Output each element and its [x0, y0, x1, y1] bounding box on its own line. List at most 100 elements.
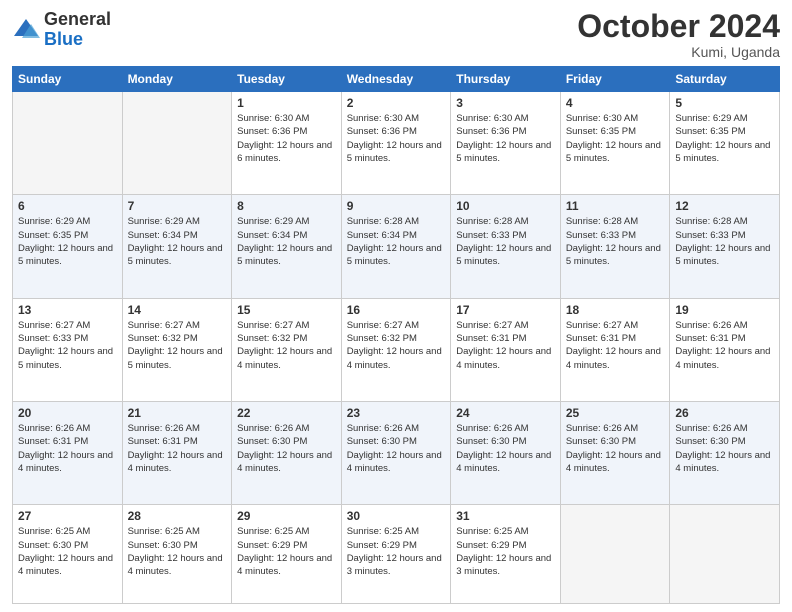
table-row: 29 Sunrise: 6:25 AM Sunset: 6:29 PM Dayli… [232, 505, 342, 604]
table-row: 3 Sunrise: 6:30 AM Sunset: 6:36 PM Daylig… [451, 92, 561, 195]
table-row: 25Sunrise: 6:26 AM Sunset: 6:30 PM Dayli… [560, 402, 670, 505]
day-info: Sunrise: 6:25 AM Sunset: 6:29 PM Dayligh… [237, 525, 336, 578]
table-row: 4Sunrise: 6:30 AM Sunset: 6:35 PM Daylig… [560, 92, 670, 195]
header-wednesday: Wednesday [341, 67, 451, 92]
header-monday: Monday [122, 67, 232, 92]
table-row: 7 Sunrise: 6:29 AM Sunset: 6:34 PM Daylig… [122, 195, 232, 298]
day-number: 13 [18, 303, 117, 317]
day-number: 22 [237, 406, 336, 420]
day-info: Sunrise: 6:27 AM Sunset: 6:31 PM Dayligh… [566, 319, 665, 372]
day-number: 6 [18, 199, 117, 213]
day-number: 9 [347, 199, 446, 213]
table-row: 16 Sunrise: 6:27 AM Sunset: 6:32 PM Dayli… [341, 298, 451, 401]
day-info: Sunrise: 6:26 AM Sunset: 6:30 PM Dayligh… [456, 422, 555, 475]
day-number: 15 [237, 303, 336, 317]
page: General Blue October 2024 Kumi, Uganda S… [0, 0, 792, 612]
day-info: Sunrise: 6:26 AM Sunset: 6:31 PM Dayligh… [18, 422, 117, 475]
logo-icon [12, 16, 40, 44]
day-info: Sunrise: 6:27 AM Sunset: 6:32 PM Dayligh… [347, 319, 446, 372]
day-info: Sunrise: 6:26 AM Sunset: 6:30 PM Dayligh… [566, 422, 665, 475]
day-number: 26 [675, 406, 774, 420]
table-row: 18 Sunrise: 6:27 AM Sunset: 6:31 PM Dayli… [560, 298, 670, 401]
day-info: Sunrise: 6:27 AM Sunset: 6:33 PM Dayligh… [18, 319, 117, 372]
week-row-4: 20 Sunrise: 6:26 AM Sunset: 6:31 PM Dayli… [13, 402, 780, 505]
day-info: Sunrise: 6:25 AM Sunset: 6:30 PM Dayligh… [18, 525, 117, 578]
day-info: Sunrise: 6:29 AM Sunset: 6:34 PM Dayligh… [128, 215, 227, 268]
day-number: 11 [566, 199, 665, 213]
title-block: October 2024 Kumi, Uganda [577, 10, 780, 60]
day-info: Sunrise: 6:28 AM Sunset: 6:33 PM Dayligh… [566, 215, 665, 268]
day-number: 21 [128, 406, 227, 420]
table-row: 21 Sunrise: 6:26 AM Sunset: 6:31 PM Dayli… [122, 402, 232, 505]
table-row: 31Sunrise: 6:25 AM Sunset: 6:29 PM Dayli… [451, 505, 561, 604]
table-row [560, 505, 670, 604]
table-row: 26 Sunrise: 6:26 AM Sunset: 6:30 PM Dayli… [670, 402, 780, 505]
table-row: 10 Sunrise: 6:28 AM Sunset: 6:33 PM Dayli… [451, 195, 561, 298]
table-row: 1 Sunrise: 6:30 AM Sunset: 6:36 PM Daylig… [232, 92, 342, 195]
logo: General Blue [12, 10, 111, 50]
table-row: 13 Sunrise: 6:27 AM Sunset: 6:33 PM Dayli… [13, 298, 123, 401]
day-info: Sunrise: 6:26 AM Sunset: 6:31 PM Dayligh… [675, 319, 774, 372]
day-number: 2 [347, 96, 446, 110]
table-row: 23 Sunrise: 6:26 AM Sunset: 6:30 PM Dayli… [341, 402, 451, 505]
header-saturday: Saturday [670, 67, 780, 92]
table-row: 19Sunrise: 6:26 AM Sunset: 6:31 PM Dayli… [670, 298, 780, 401]
header-friday: Friday [560, 67, 670, 92]
day-number: 30 [347, 509, 446, 523]
table-row: 11 Sunrise: 6:28 AM Sunset: 6:33 PM Dayli… [560, 195, 670, 298]
day-info: Sunrise: 6:27 AM Sunset: 6:32 PM Dayligh… [237, 319, 336, 372]
weekday-header-row: Sunday Monday Tuesday Wednesday Thursday… [13, 67, 780, 92]
table-row: 9Sunrise: 6:28 AM Sunset: 6:34 PM Daylig… [341, 195, 451, 298]
table-row: 30 Sunrise: 6:25 AM Sunset: 6:29 PM Dayli… [341, 505, 451, 604]
day-number: 16 [347, 303, 446, 317]
header-sunday: Sunday [13, 67, 123, 92]
table-row: 8 Sunrise: 6:29 AM Sunset: 6:34 PM Daylig… [232, 195, 342, 298]
week-row-3: 13 Sunrise: 6:27 AM Sunset: 6:33 PM Dayli… [13, 298, 780, 401]
logo-general: General [44, 9, 111, 29]
table-row [122, 92, 232, 195]
week-row-2: 6Sunrise: 6:29 AM Sunset: 6:35 PM Daylig… [13, 195, 780, 298]
table-row: 6Sunrise: 6:29 AM Sunset: 6:35 PM Daylig… [13, 195, 123, 298]
day-info: Sunrise: 6:29 AM Sunset: 6:34 PM Dayligh… [237, 215, 336, 268]
table-row: 28Sunrise: 6:25 AM Sunset: 6:30 PM Dayli… [122, 505, 232, 604]
day-info: Sunrise: 6:27 AM Sunset: 6:32 PM Dayligh… [128, 319, 227, 372]
day-info: Sunrise: 6:25 AM Sunset: 6:29 PM Dayligh… [347, 525, 446, 578]
day-number: 20 [18, 406, 117, 420]
day-number: 1 [237, 96, 336, 110]
day-number: 29 [237, 509, 336, 523]
day-number: 8 [237, 199, 336, 213]
day-number: 10 [456, 199, 555, 213]
day-number: 18 [566, 303, 665, 317]
day-info: Sunrise: 6:26 AM Sunset: 6:30 PM Dayligh… [347, 422, 446, 475]
day-info: Sunrise: 6:27 AM Sunset: 6:31 PM Dayligh… [456, 319, 555, 372]
day-number: 17 [456, 303, 555, 317]
day-info: Sunrise: 6:29 AM Sunset: 6:35 PM Dayligh… [675, 112, 774, 165]
day-info: Sunrise: 6:26 AM Sunset: 6:30 PM Dayligh… [237, 422, 336, 475]
day-number: 24 [456, 406, 555, 420]
day-info: Sunrise: 6:30 AM Sunset: 6:36 PM Dayligh… [456, 112, 555, 165]
location: Kumi, Uganda [577, 44, 780, 60]
day-info: Sunrise: 6:28 AM Sunset: 6:33 PM Dayligh… [675, 215, 774, 268]
table-row: 2Sunrise: 6:30 AM Sunset: 6:36 PM Daylig… [341, 92, 451, 195]
header-tuesday: Tuesday [232, 67, 342, 92]
day-info: Sunrise: 6:26 AM Sunset: 6:30 PM Dayligh… [675, 422, 774, 475]
day-number: 14 [128, 303, 227, 317]
day-number: 7 [128, 199, 227, 213]
day-info: Sunrise: 6:26 AM Sunset: 6:31 PM Dayligh… [128, 422, 227, 475]
day-number: 3 [456, 96, 555, 110]
month-title: October 2024 [577, 10, 780, 42]
table-row: 15 Sunrise: 6:27 AM Sunset: 6:32 PM Dayli… [232, 298, 342, 401]
calendar-table: Sunday Monday Tuesday Wednesday Thursday… [12, 66, 780, 604]
day-number: 12 [675, 199, 774, 213]
day-number: 23 [347, 406, 446, 420]
table-row: 12 Sunrise: 6:28 AM Sunset: 6:33 PM Dayli… [670, 195, 780, 298]
table-row: 22 Sunrise: 6:26 AM Sunset: 6:30 PM Dayli… [232, 402, 342, 505]
day-info: Sunrise: 6:25 AM Sunset: 6:29 PM Dayligh… [456, 525, 555, 578]
day-info: Sunrise: 6:30 AM Sunset: 6:36 PM Dayligh… [237, 112, 336, 165]
header: General Blue October 2024 Kumi, Uganda [12, 10, 780, 60]
table-row: 14 Sunrise: 6:27 AM Sunset: 6:32 PM Dayli… [122, 298, 232, 401]
table-row [670, 505, 780, 604]
table-row: 17 Sunrise: 6:27 AM Sunset: 6:31 PM Dayli… [451, 298, 561, 401]
day-number: 28 [128, 509, 227, 523]
day-info: Sunrise: 6:28 AM Sunset: 6:33 PM Dayligh… [456, 215, 555, 268]
